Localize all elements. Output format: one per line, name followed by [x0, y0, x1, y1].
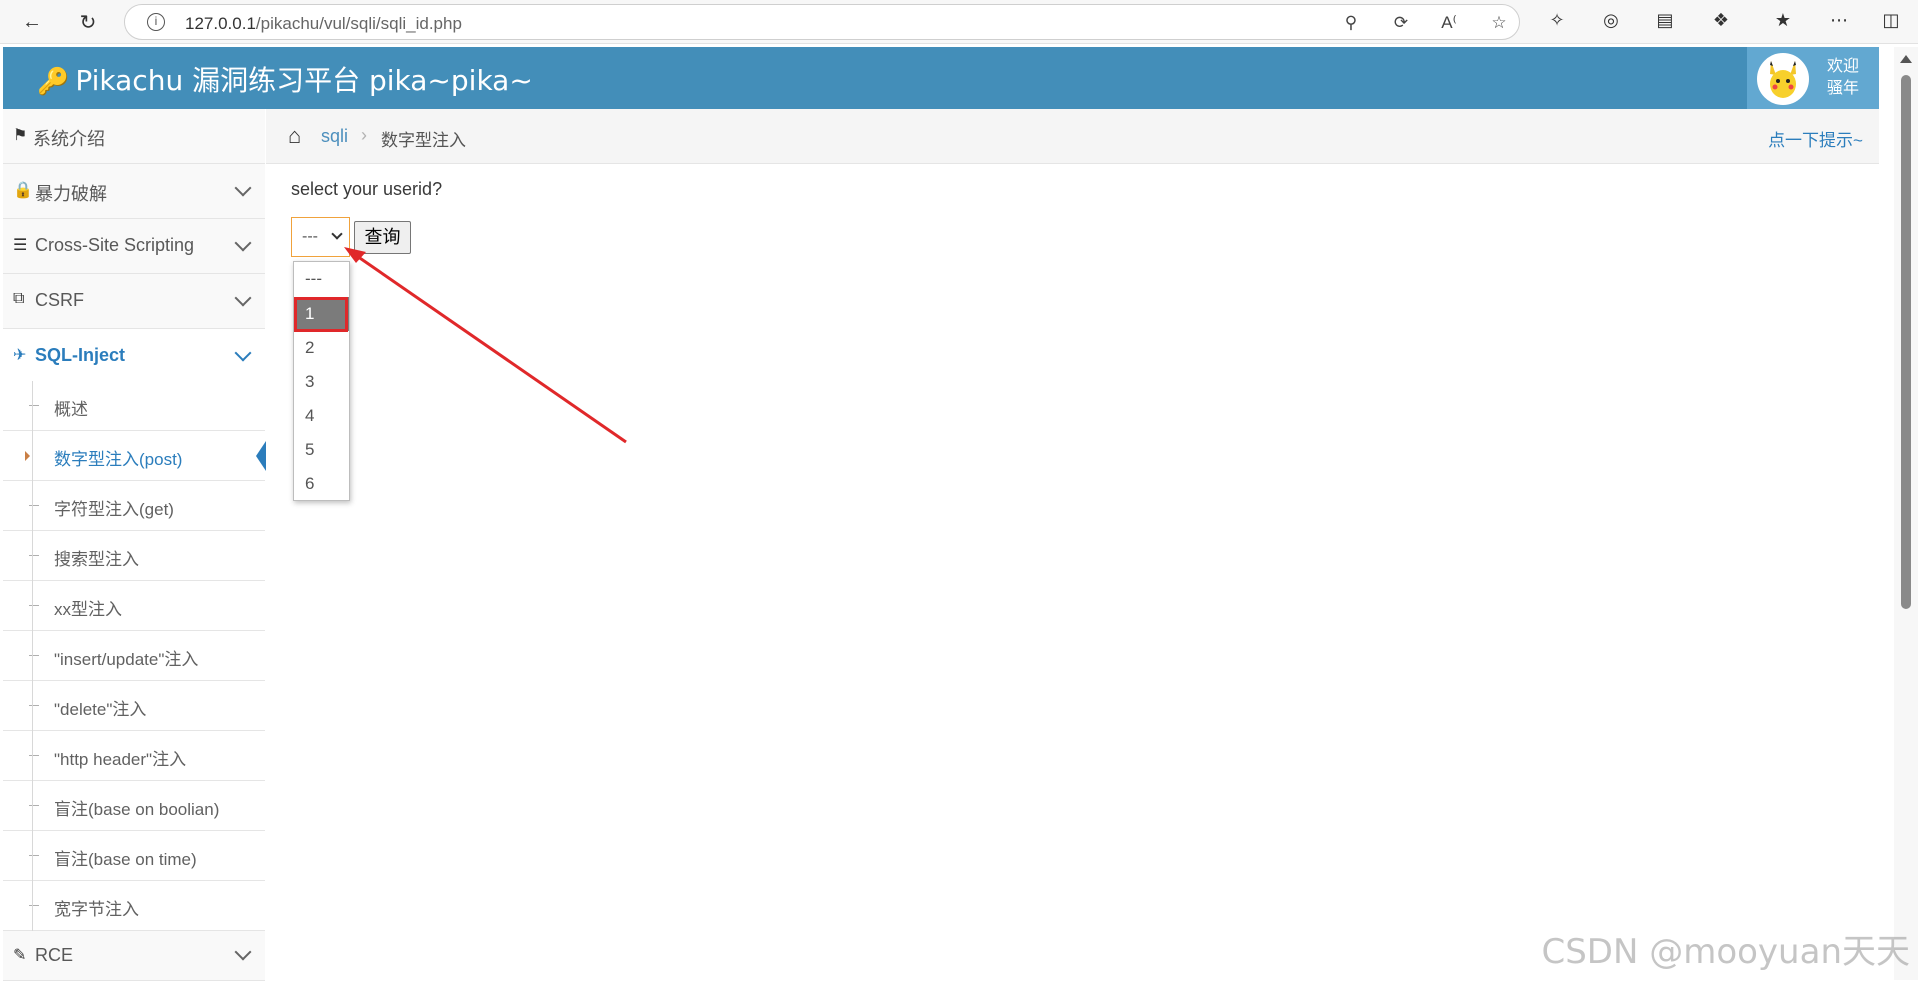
page-scrollbar[interactable]	[1894, 47, 1918, 980]
annotation-arrow	[344, 247, 627, 444]
watermark: CSDN @mooyuan天天	[1541, 932, 1910, 972]
scroll-up-icon[interactable]	[1900, 55, 1912, 63]
scroll-thumb[interactable]	[1901, 75, 1911, 609]
